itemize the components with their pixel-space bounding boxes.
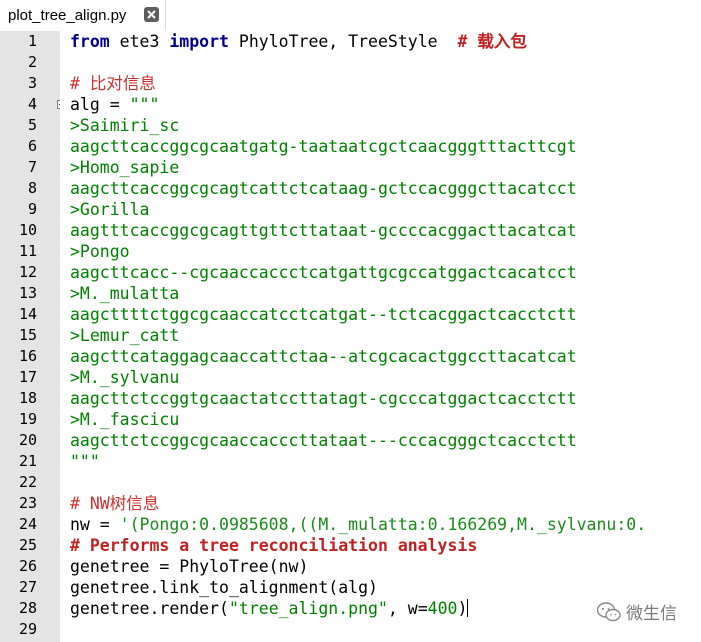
line-number: 24 xyxy=(18,515,37,533)
line-number: 25 xyxy=(18,536,37,554)
code-line-5: >Saimiri_sc xyxy=(70,116,180,135)
line-number: 14 xyxy=(18,305,37,323)
code-line-26: genetree = PhyloTree(nw) xyxy=(70,557,309,576)
code-line-14: aagcttttctggcgcaaccatcctcatgat--tctcacgg… xyxy=(70,305,577,324)
code-line-1: from ete3 import PhyloTree, TreeStyle # … xyxy=(70,32,527,51)
code-line-10: aagtttcaccggcgcagttgttcttataat-gccccacgg… xyxy=(70,221,577,240)
code-line-16: aagcttcataggagcaaccattctaa--atcgcacactgg… xyxy=(70,347,577,366)
line-number: 6 xyxy=(27,137,37,155)
line-number: 7 xyxy=(27,158,37,176)
code-line-18: aagcttctccggtgcaactatccttatagt-cgcccatgg… xyxy=(70,389,577,408)
line-number-gutter: 1 2 3 4 5 6 7 8 9 10 11 12 13 14 15 16 17 18 19 20 21 22 23 24 2… xyxy=(0,31,66,642)
code-line-8: aagcttcaccggcgcagtcattctcataag-gctccacgg… xyxy=(70,179,577,198)
code-line-3: # 比对信息 xyxy=(70,74,156,93)
line-number: 29 xyxy=(18,620,37,638)
line-number: 22 xyxy=(18,473,37,491)
line-number: 13 xyxy=(18,284,37,302)
text-cursor xyxy=(467,599,469,617)
line-number: 9 xyxy=(27,200,37,218)
line-number: 26 xyxy=(18,557,37,575)
code-line-6: aagcttcaccggcgcaatgatg-taataatcgctcaacgg… xyxy=(70,137,577,156)
line-number: 17 xyxy=(18,368,37,386)
code-line-19: >M._fascicu xyxy=(70,410,180,429)
line-number: 5 xyxy=(27,116,37,134)
line-number: 2 xyxy=(27,53,37,71)
code-line-11: >Pongo xyxy=(70,242,130,261)
code-line-28: genetree.render("tree_align.png", w=400) xyxy=(70,599,469,618)
line-number: 1 xyxy=(27,32,37,50)
watermark-text: 微生信 xyxy=(626,604,677,623)
line-number: 4 xyxy=(27,95,37,113)
line-number: 19 xyxy=(18,410,37,428)
code-line-4: alg = """ xyxy=(70,95,160,114)
code-line-21: """ xyxy=(70,452,100,471)
tab-plot-tree-align[interactable]: plot_tree_align.py xyxy=(0,0,166,30)
code-line-13: >M._mulatta xyxy=(70,284,180,303)
line-number: 15 xyxy=(18,326,37,344)
line-number: 10 xyxy=(18,221,37,239)
code-line-17: >M._sylvanu xyxy=(70,368,180,387)
line-number: 18 xyxy=(18,389,37,407)
code-line-25: # Performs a tree reconciliation analysi… xyxy=(70,536,478,555)
tab-label: plot_tree_align.py xyxy=(8,6,127,24)
line-number: 28 xyxy=(18,599,37,617)
code-line-12: aagcttcacc--cgcaaccaccctcatgattgcgccatgg… xyxy=(70,263,577,282)
code-line-27: genetree.link_to_alignment(alg) xyxy=(70,578,378,597)
code-line-24: nw = '(Pongo:0.0985608,((M._mulatta:0.16… xyxy=(70,515,647,534)
line-number: 12 xyxy=(18,263,37,281)
watermark: 微生信 xyxy=(596,599,677,624)
line-number: 21 xyxy=(18,452,37,470)
close-icon[interactable] xyxy=(144,7,159,22)
code-editor[interactable]: from ete3 import PhyloTree, TreeStyle # … xyxy=(60,31,701,642)
code-line-23: # NW树信息 xyxy=(70,494,160,513)
code-line-15: >Lemur_catt xyxy=(70,326,180,345)
line-number: 23 xyxy=(18,494,37,512)
wechat-icon xyxy=(596,601,621,621)
line-number: 8 xyxy=(27,179,37,197)
tab-bar: plot_tree_align.py xyxy=(0,0,701,30)
code-line-20: aagcttctccggcgcaaccacccttataat---cccacgg… xyxy=(70,431,577,450)
line-number: 3 xyxy=(27,74,37,92)
line-number: 11 xyxy=(18,242,37,260)
line-number: 16 xyxy=(18,347,37,365)
line-number: 27 xyxy=(18,578,37,596)
code-line-9: >Gorilla xyxy=(70,200,150,219)
code-line-7: >Homo_sapie xyxy=(70,158,180,177)
line-number: 20 xyxy=(18,431,37,449)
